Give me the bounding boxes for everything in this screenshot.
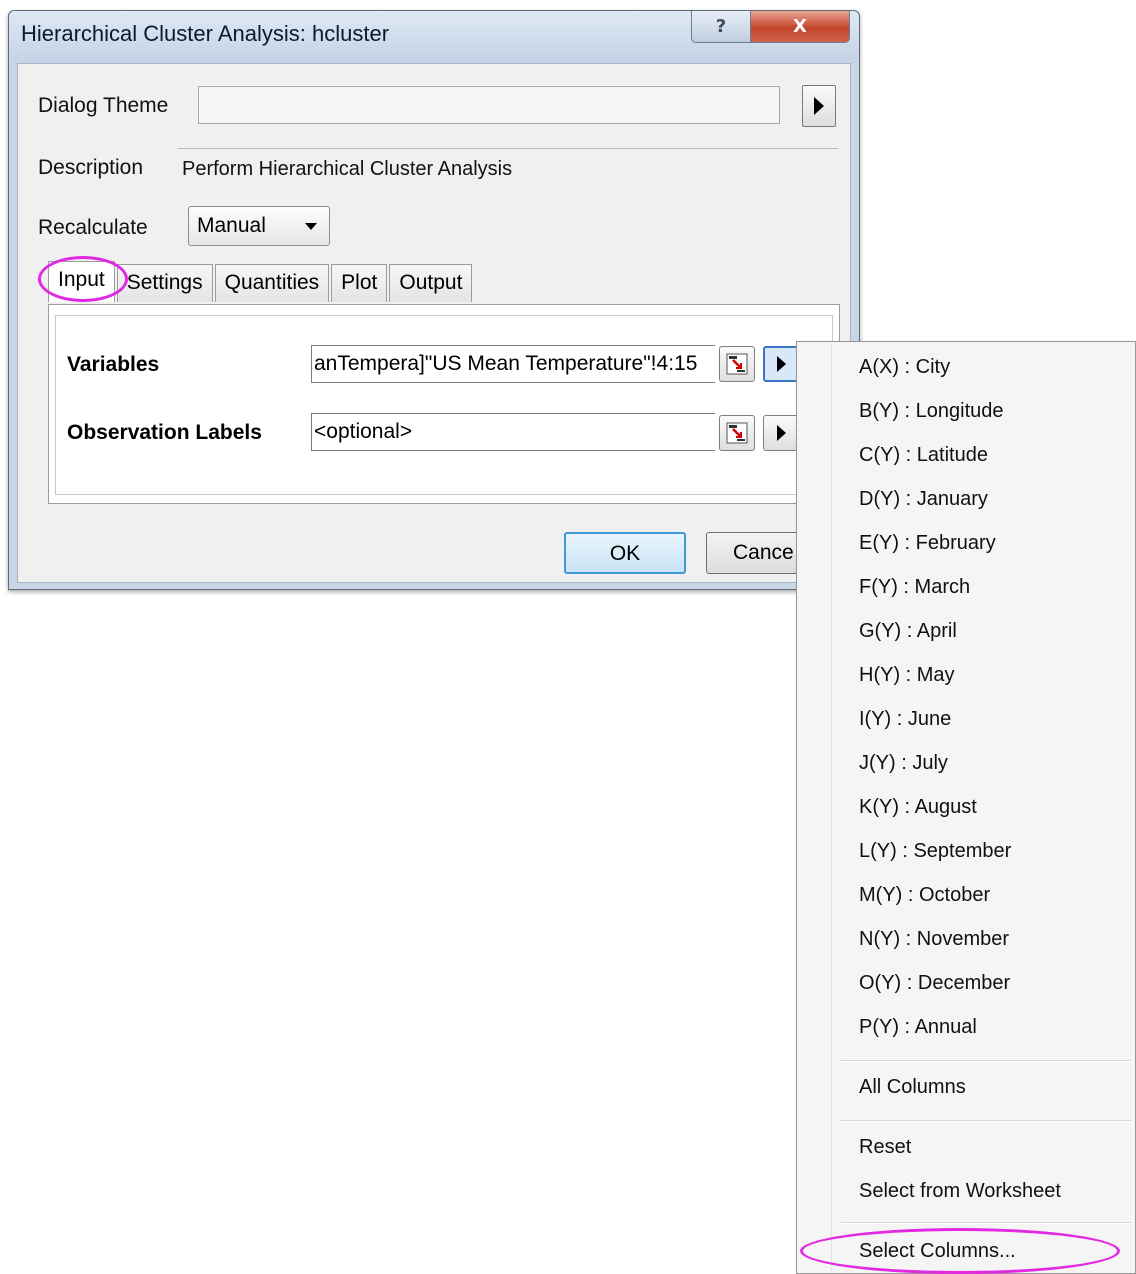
play-arrow-icon xyxy=(776,425,786,441)
menu-item-column-c[interactable]: C(Y) : Latitude xyxy=(859,444,988,467)
chevron-down-icon xyxy=(305,223,317,230)
select-columns-highlight xyxy=(800,1228,1120,1274)
variables-pick-button[interactable] xyxy=(719,346,755,382)
observation-labels-field[interactable]: <optional> xyxy=(311,413,715,451)
variables-label: Variables xyxy=(67,353,160,376)
recalculate-label: Recalculate xyxy=(38,216,148,239)
variables-field[interactable]: anTempera]"US Mean Temperature"!4:15 xyxy=(311,345,715,383)
tab-quantities[interactable]: Quantities xyxy=(214,264,330,302)
menu-item-column-e[interactable]: E(Y) : February xyxy=(859,532,996,555)
menu-item-column-i[interactable]: I(Y) : June xyxy=(859,708,951,731)
title-bar[interactable]: Hierarchical Cluster Analysis: hcluster … xyxy=(9,11,859,63)
ok-button[interactable]: OK xyxy=(564,532,686,574)
menu-separator xyxy=(841,1060,1131,1062)
recalculate-value: Manual xyxy=(197,214,266,237)
dialog-theme-menu-button[interactable] xyxy=(802,85,836,127)
menu-item-column-n[interactable]: N(Y) : November xyxy=(859,928,1009,951)
input-tab-highlight xyxy=(38,256,128,302)
variables-menu-button[interactable] xyxy=(763,346,799,382)
help-icon: ? xyxy=(715,16,727,37)
menu-item-column-o[interactable]: O(Y) : December xyxy=(859,972,1010,995)
variables-popup-menu: A(X) : City B(Y) : Longitude C(Y) : Lati… xyxy=(796,341,1136,1274)
tab-settings[interactable]: Settings xyxy=(116,264,213,302)
menu-item-column-m[interactable]: M(Y) : October xyxy=(859,884,990,907)
menu-separator xyxy=(841,1120,1131,1122)
dialog-theme-field[interactable] xyxy=(198,86,780,124)
observation-labels-label: Observation Labels xyxy=(67,421,262,444)
play-arrow-icon xyxy=(814,97,824,115)
dialog-theme-label: Dialog Theme xyxy=(38,94,169,117)
menu-item-column-a[interactable]: A(X) : City xyxy=(859,356,950,379)
select-range-icon xyxy=(726,353,748,375)
menu-item-column-l[interactable]: L(Y) : September xyxy=(859,840,1011,863)
description-label: Description xyxy=(38,156,144,179)
observation-labels-menu-button[interactable] xyxy=(763,415,799,451)
help-button[interactable]: ? xyxy=(691,11,751,43)
window-title: Hierarchical Cluster Analysis: hcluster xyxy=(21,21,390,46)
description-value: Perform Hierarchical Cluster Analysis xyxy=(182,158,513,180)
description-divider xyxy=(178,148,838,149)
menu-item-column-k[interactable]: K(Y) : August xyxy=(859,796,977,819)
select-range-icon xyxy=(726,422,748,444)
tab-plot[interactable]: Plot xyxy=(331,264,388,302)
input-group-box xyxy=(55,315,833,495)
menu-item-column-f[interactable]: F(Y) : March xyxy=(859,576,970,599)
input-tab-panel: Variables anTempera]"US Mean Temperature… xyxy=(48,304,840,504)
menu-item-column-h[interactable]: H(Y) : May xyxy=(859,664,955,687)
menu-item-select-from-worksheet[interactable]: Select from Worksheet xyxy=(859,1180,1061,1203)
menu-icon-gutter xyxy=(831,344,832,1271)
menu-item-column-p[interactable]: P(Y) : Annual xyxy=(859,1016,977,1039)
menu-item-column-j[interactable]: J(Y) : July xyxy=(859,752,948,775)
menu-item-reset[interactable]: Reset xyxy=(859,1136,911,1159)
dialog-client-area: Dialog Theme Description Perform Hierarc… xyxy=(17,63,851,583)
close-icon: X xyxy=(793,16,807,37)
recalculate-dropdown[interactable]: Manual xyxy=(188,206,330,246)
menu-item-all-columns[interactable]: All Columns xyxy=(859,1076,966,1099)
dialog-window: Hierarchical Cluster Analysis: hcluster … xyxy=(8,10,860,590)
play-arrow-icon xyxy=(776,356,786,372)
observation-labels-pick-button[interactable] xyxy=(719,415,755,451)
menu-item-column-b[interactable]: B(Y) : Longitude xyxy=(859,400,1004,423)
tab-output[interactable]: Output xyxy=(389,264,473,302)
menu-separator xyxy=(841,1222,1131,1224)
menu-item-column-d[interactable]: D(Y) : January xyxy=(859,488,988,511)
menu-item-column-g[interactable]: G(Y) : April xyxy=(859,620,957,643)
close-button[interactable]: X xyxy=(750,11,850,43)
